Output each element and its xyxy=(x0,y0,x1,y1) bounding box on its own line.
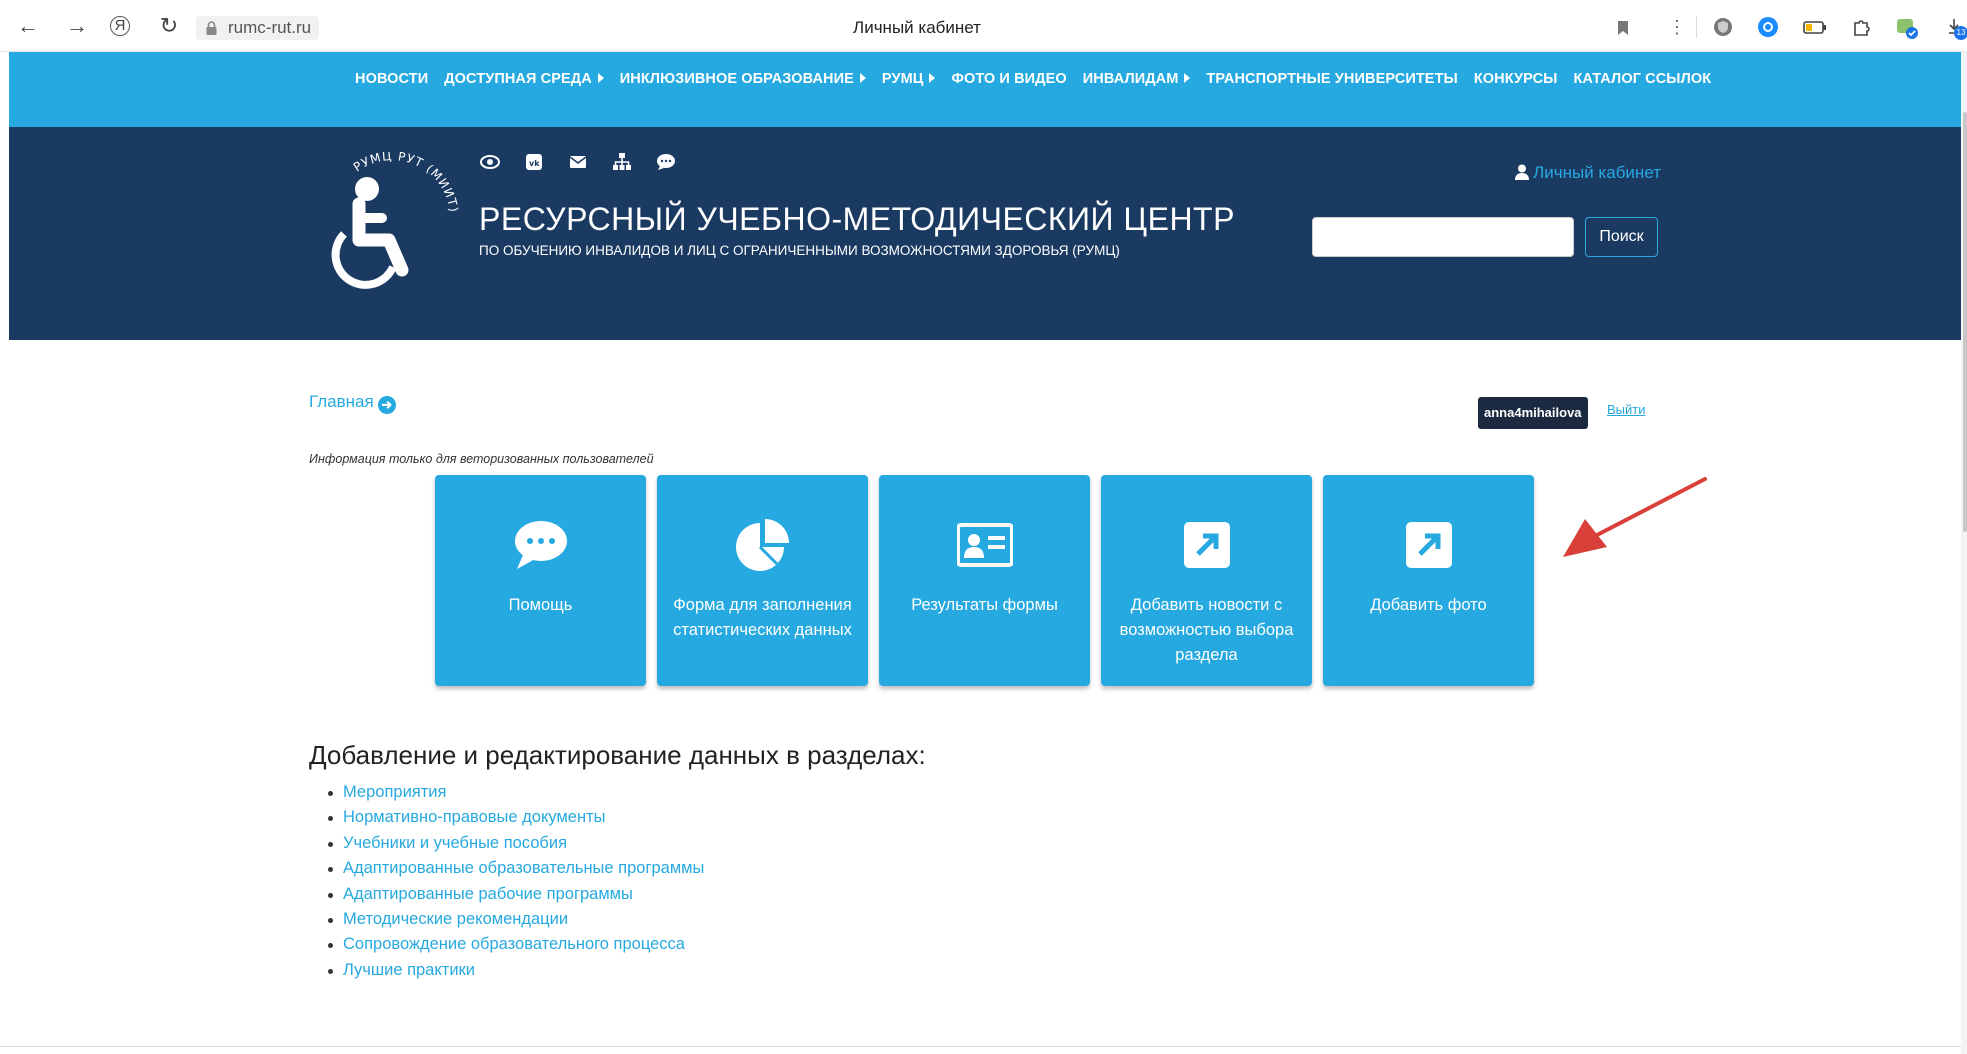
vk-icon[interactable]: vk xyxy=(523,151,545,173)
section-link[interactable]: Адаптированные образовательные программы xyxy=(327,856,704,881)
nav-item[interactable]: КАТАЛОГ ССЫЛОК xyxy=(1565,69,1719,89)
caret-right-icon xyxy=(859,73,866,83)
auth-note: Информация только для веторизованных пол… xyxy=(309,452,654,466)
tile-label: Результаты формы xyxy=(911,596,1058,614)
nav-item[interactable]: ТРАНСПОРТНЫЕ УНИВЕРСИТЕТЫ xyxy=(1198,69,1465,89)
account-link-label: Личный кабинет xyxy=(1533,163,1661,182)
section-link[interactable]: Адаптированные рабочие программы xyxy=(327,882,704,907)
toolbar-divider xyxy=(1696,16,1697,38)
site-subtitle: ПО ОБУЧЕНИЮ ИНВАЛИДОВ И ЛИЦ С ОГРАНИЧЕНН… xyxy=(479,243,1120,258)
eye-icon[interactable] xyxy=(479,151,501,173)
tab-title: Личный кабинет xyxy=(853,18,981,37)
caret-right-icon xyxy=(929,73,936,83)
chat-bubble-icon xyxy=(514,521,567,569)
nav-item-label: ИНВАЛИДАМ xyxy=(1082,71,1179,87)
user-icon xyxy=(1515,164,1530,180)
nav-item-label: КАТАЛОГ ССЫЛОК xyxy=(1573,71,1712,87)
nav-item-label: НОВОСТИ xyxy=(355,71,429,87)
annotation-arrow xyxy=(1563,477,1707,557)
tile-label: Помощь xyxy=(508,596,573,614)
tile-statistics-form[interactable]: Форма для заполнения статистических данн… xyxy=(657,475,868,686)
nav-item-label: ФОТО И ВИДЕО xyxy=(951,71,1067,87)
site-title: РЕСУРСНЫЙ УЧЕБНО-МЕТОДИЧЕСКИЙ ЦЕНТР xyxy=(479,201,1235,237)
mail-icon[interactable] xyxy=(567,151,589,173)
scrollbar-thumb[interactable] xyxy=(1963,112,1967,532)
caret-right-icon xyxy=(597,73,604,83)
tile-help[interactable]: Помощь xyxy=(435,475,646,686)
nav-item-label: ДОСТУПНАЯ СРЕДА xyxy=(444,71,592,87)
section-link[interactable]: Сопровождение образовательного процесса xyxy=(327,932,704,957)
nav-item-label: КОНКУРСЫ xyxy=(1473,71,1558,87)
nav-item-label: ИНКЛЮЗИВНОЕ ОБРАЗОВАНИЕ xyxy=(619,71,854,87)
tile-label: Форма для заполнения статистических данн… xyxy=(673,596,852,639)
scrollbar[interactable] xyxy=(1961,52,1967,1054)
sections-list: Мероприятия Нормативно-правовые документы… xyxy=(327,780,704,983)
tile-add-news[interactable]: Добавить новости с возможностью выбора р… xyxy=(1101,475,1312,686)
breadcrumb[interactable]: Главная ➜ xyxy=(309,392,396,414)
external-link-icon xyxy=(1405,522,1452,568)
top-navigation: НОВОСТИ ДОСТУПНАЯ СРЕДА ИНКЛЮЗИВНОЕ ОБРАЗО… xyxy=(9,52,1961,127)
username-badge: anna4mihailova xyxy=(1478,397,1588,429)
logout-link[interactable]: Выйти xyxy=(1607,402,1646,417)
browser-extension-icon[interactable] xyxy=(1757,16,1779,38)
nav-item[interactable]: ФОТО И ВИДЕО xyxy=(943,69,1074,89)
search-button[interactable]: Поиск xyxy=(1585,217,1658,257)
bookmark-icon[interactable] xyxy=(1617,20,1629,36)
battery-icon[interactable] xyxy=(1803,21,1827,34)
section-link[interactable]: Нормативно-правовые документы xyxy=(327,805,704,830)
section-link[interactable]: Учебники и учебные пособия xyxy=(327,831,704,856)
id-card-icon xyxy=(956,523,1013,567)
site-logo[interactable]: РУМЦ РУТ (МИИТ) xyxy=(327,152,477,297)
browser-toolbar: ← → Я ↻ rumc-rut.ru Личный кабинет ⋮ 13 xyxy=(0,0,1967,52)
nav-item[interactable]: КОНКУРСЫ xyxy=(1466,69,1566,89)
nav-item[interactable]: ИНКЛЮЗИВНОЕ ОБРАЗОВАНИЕ xyxy=(612,69,874,89)
pie-chart-icon xyxy=(735,519,789,571)
nav-item-label: РУМЦ xyxy=(881,71,924,87)
downloads-icon[interactable]: 13 xyxy=(1948,18,1967,40)
svg-text:vk: vk xyxy=(529,159,540,168)
tile-form-results[interactable]: Результаты формы xyxy=(879,475,1090,686)
puzzle-icon[interactable] xyxy=(1852,17,1872,37)
caret-right-icon xyxy=(1184,73,1191,83)
nav-item[interactable]: НОВОСТИ xyxy=(347,69,436,89)
nav-item[interactable]: ДОСТУПНАЯ СРЕДА xyxy=(436,69,612,89)
profile-extension-icon[interactable] xyxy=(1895,16,1919,40)
nav-item-label: ТРАНСПОРТНЫЕ УНИВЕРСИТЕТЫ xyxy=(1206,71,1458,87)
top-navigation-menu: НОВОСТИ ДОСТУПНАЯ СРЕДА ИНКЛЮЗИВНОЕ ОБРАЗО… xyxy=(347,69,1719,89)
section-link[interactable]: Методические рекомендации xyxy=(327,907,704,932)
section-link[interactable]: Мероприятия xyxy=(327,780,704,805)
search-input[interactable] xyxy=(1312,217,1574,257)
arrow-right-icon: ➜ xyxy=(377,396,396,414)
section-title: Добавление и редактирование данных в раз… xyxy=(309,740,926,770)
breadcrumb-home: Главная xyxy=(309,392,374,411)
downloads-badge: 13 xyxy=(1954,26,1967,40)
sitemap-icon[interactable] xyxy=(611,151,633,173)
shield-extension-icon[interactable] xyxy=(1712,16,1734,38)
nav-item[interactable]: ИНВАЛИДАМ xyxy=(1075,69,1199,89)
account-link[interactable]: Личный кабинет xyxy=(1515,163,1661,183)
action-tiles: Помощь Форма для заполнения статистическ… xyxy=(435,475,1534,686)
tile-add-photo[interactable]: Добавить фото xyxy=(1323,475,1534,686)
tile-label: Добавить новости с возможностью выбора р… xyxy=(1119,596,1294,664)
section-link[interactable]: Лучшие практики xyxy=(327,958,704,983)
page: ← → Я ↻ rumc-rut.ru Личный кабинет ⋮ 13 … xyxy=(0,0,1967,1054)
site-header: РУМЦ РУТ (МИИТ) vk РЕСУРСНЫЙ УЧЕБНО-МЕТО… xyxy=(9,127,1961,340)
tile-label: Добавить фото xyxy=(1370,596,1487,614)
chat-icon[interactable] xyxy=(655,151,677,173)
more-icon[interactable]: ⋮ xyxy=(1668,17,1686,38)
footer-divider xyxy=(0,1046,1967,1047)
nav-item[interactable]: РУМЦ xyxy=(874,69,944,89)
social-links: vk xyxy=(479,151,677,173)
external-link-icon xyxy=(1183,522,1230,568)
